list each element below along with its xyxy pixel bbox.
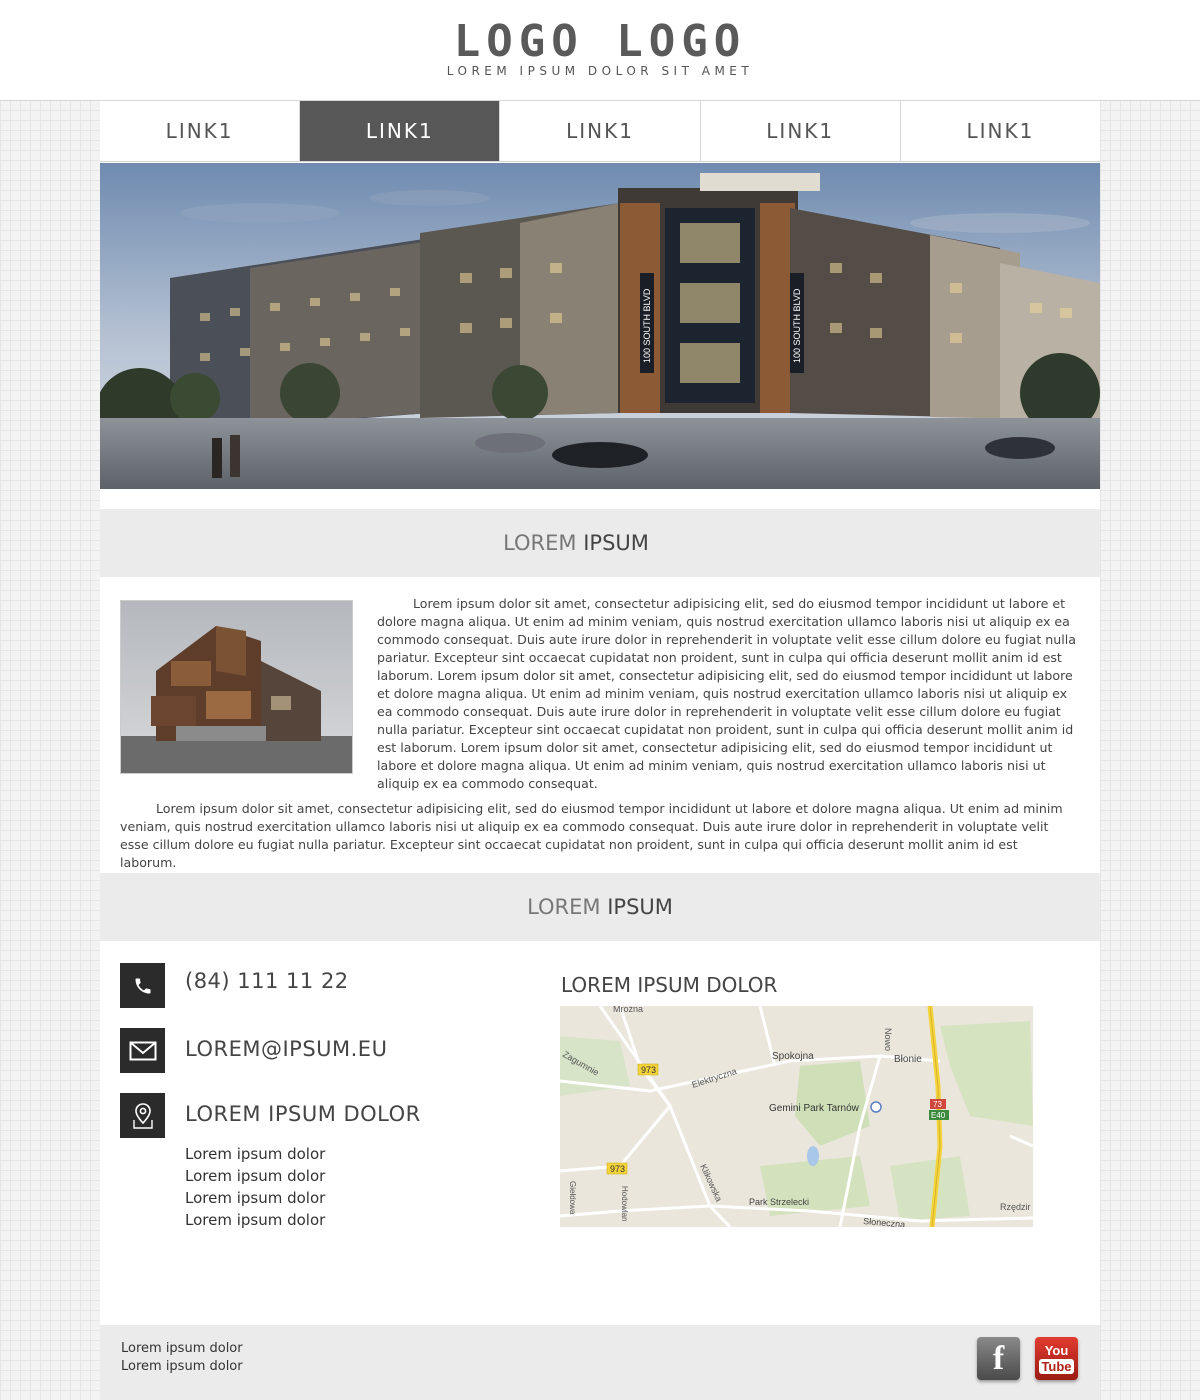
address-line: Lorem ipsum dolor — [185, 1211, 326, 1229]
youtube-label-bottom: Tube — [1039, 1358, 1074, 1374]
map-label: Nowo — [883, 1028, 893, 1051]
footer-text: Lorem ipsum dolor Lorem ipsum dolor — [121, 1340, 243, 1376]
map-label: Mroźna — [613, 1006, 643, 1014]
map-label: Park Strzelecki — [749, 1197, 809, 1207]
hero-sign-left: 100 SOUTH BLVD — [642, 288, 652, 363]
map-road-number: E40 — [931, 1111, 946, 1120]
hero-sign-right: 100 SOUTH BLVD — [792, 288, 802, 363]
footer-line: Lorem ipsum dolor — [121, 1359, 243, 1374]
page-container: LINK1 LINK1 LINK1 LINK1 LINK1 100 SOUTH … — [100, 101, 1101, 1400]
building-thumbnail-illustration — [121, 601, 352, 773]
mail-icon — [120, 1028, 165, 1073]
youtube-icon[interactable]: You Tube — [1035, 1337, 1078, 1380]
address-line: Lorem ipsum dolor — [185, 1189, 326, 1207]
building-thumbnail — [120, 600, 353, 774]
nav-link-2-active[interactable]: LINK1 — [300, 101, 501, 161]
map-label: Spokojna — [772, 1051, 814, 1062]
address-title: LOREM IPSUM DOLOR — [185, 1102, 421, 1126]
facebook-icon[interactable]: f — [977, 1337, 1020, 1380]
nav-link-5[interactable]: LINK1 — [900, 101, 1101, 161]
map-pin-icon — [120, 1093, 165, 1138]
phone-icon — [120, 963, 165, 1008]
main-nav: LINK1 LINK1 LINK1 LINK1 LINK1 — [100, 101, 1101, 162]
section-title-bold: IPSUM — [583, 531, 649, 555]
map-road-number: 73 — [933, 1100, 942, 1109]
map-label: Giełdowa — [568, 1181, 577, 1215]
map-label: Błonie — [894, 1054, 922, 1065]
location-map-illustration: Mroźna Zagumnie 973 Elektryczna Spokojna… — [560, 1006, 1033, 1227]
section-header-about: LOREM IPSUM — [100, 509, 1100, 577]
footer-line: Lorem ipsum dolor — [121, 1341, 243, 1356]
section-header-contact: LOREM IPSUM — [100, 873, 1100, 941]
section-title-light: LOREM — [503, 531, 577, 555]
nav-link-3[interactable]: LINK1 — [500, 101, 701, 161]
map-road-number: 973 — [641, 1065, 656, 1075]
site-logo[interactable]: LOGO LOGO — [0, 20, 1200, 64]
address-line: Lorem ipsum dolor — [185, 1145, 326, 1163]
intro-paragraph-1: Lorem ipsum dolor sit amet, consectetur … — [377, 596, 1076, 791]
site-footer: Lorem ipsum dolor Lorem ipsum dolor f Yo… — [100, 1325, 1100, 1400]
youtube-label-top: You — [1044, 1342, 1069, 1358]
location-map[interactable]: Mroźna Zagumnie 973 Elektryczna Spokojna… — [560, 1006, 1033, 1227]
address-line: Lorem ipsum dolor — [185, 1167, 326, 1185]
map-place-label: Gemini Park Tarnów — [769, 1103, 860, 1114]
map-label: Hodowlan — [620, 1186, 629, 1222]
intro-paragraph-2: Lorem ipsum dolor sit amet, consectetur … — [120, 801, 1063, 870]
email-link[interactable]: LOREM@IPSUM.EU — [185, 1037, 387, 1061]
site-header: LOGO LOGO LOREM IPSUM DOLOR SIT AMET — [0, 0, 1200, 101]
section-title-bold: IPSUM — [607, 895, 673, 919]
map-title: LOREM IPSUM DOLOR — [561, 973, 778, 997]
site-tagline: LOREM IPSUM DOLOR SIT AMET — [446, 64, 754, 78]
map-label: Rzędzir — [1000, 1202, 1031, 1212]
hero-image: 100 SOUTH BLVD 100 SOUTH BLVD — [100, 163, 1100, 489]
nav-link-1[interactable]: LINK1 — [100, 101, 301, 161]
phone-number[interactable]: (84) 111 11 22 — [185, 969, 349, 993]
map-road-number: 973 — [610, 1164, 625, 1174]
facebook-glyph: f — [992, 1339, 1005, 1377]
section-title-light: LOREM — [527, 895, 601, 919]
nav-link-4[interactable]: LINK1 — [700, 101, 901, 161]
hero-building-illustration: 100 SOUTH BLVD 100 SOUTH BLVD — [100, 163, 1100, 489]
address-lines: Lorem ipsum dolor Lorem ipsum dolor Lore… — [185, 1143, 325, 1231]
